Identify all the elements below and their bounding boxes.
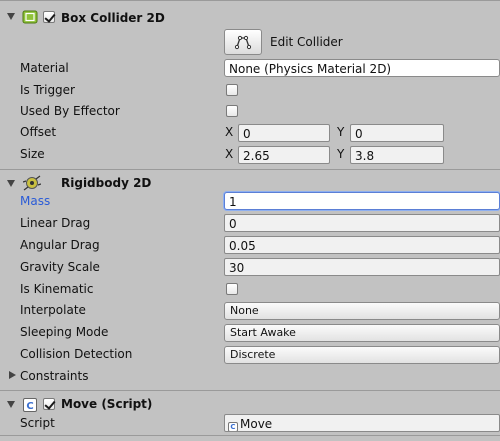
interpolate-label: Interpolate	[20, 303, 86, 317]
box-collider-enabled-checkbox[interactable]	[43, 11, 55, 23]
gravity-scale-label: Gravity Scale	[20, 260, 100, 274]
bottom-divider	[0, 435, 500, 436]
used-by-effector-label: Used By Effector	[20, 104, 120, 118]
angular-drag-label: Angular Drag	[20, 238, 100, 252]
is-kinematic-checkbox[interactable]	[226, 283, 238, 295]
offset-y-field[interactable]: 0	[350, 124, 444, 142]
size-y-field[interactable]: 3.8	[350, 146, 444, 164]
script-enabled-checkbox[interactable]	[43, 398, 55, 410]
script-field-value: Move	[240, 417, 273, 431]
top-divider	[0, 0, 500, 1]
offset-label: Offset	[20, 125, 57, 139]
collision-detection-dropdown[interactable]: Discrete	[224, 346, 500, 364]
rigidbody-title: Rigidbody 2D	[61, 176, 152, 190]
rigidbody-divider	[0, 169, 500, 170]
box-collider-icon	[22, 10, 38, 24]
offset-x-label: X	[225, 125, 234, 139]
script-title: Move (Script)	[61, 397, 153, 411]
gravity-scale-field[interactable]: 30	[224, 258, 500, 276]
mass-field[interactable]: 1	[224, 192, 500, 210]
mass-label: Mass	[20, 194, 51, 208]
size-x-label: X	[225, 147, 234, 161]
script-icon: C	[22, 397, 38, 413]
linear-drag-label: Linear Drag	[20, 216, 91, 230]
script-label: Script	[20, 416, 55, 430]
svg-text:C: C	[26, 401, 33, 412]
edit-collider-button[interactable]	[224, 29, 262, 55]
is-kinematic-label: Is Kinematic	[20, 282, 94, 296]
is-trigger-label: Is Trigger	[20, 83, 75, 97]
constraints-label[interactable]: Constraints	[20, 366, 88, 386]
box-collider-foldout-icon[interactable]	[7, 13, 15, 20]
interpolate-dropdown[interactable]: None	[224, 302, 500, 320]
is-trigger-checkbox[interactable]	[226, 84, 238, 96]
box-collider-title: Box Collider 2D	[61, 11, 165, 25]
used-by-effector-checkbox[interactable]	[226, 105, 238, 117]
rigidbody-foldout-icon[interactable]	[7, 180, 15, 187]
offset-y-label: Y	[337, 125, 345, 139]
rigidbody-icon	[22, 175, 42, 191]
script-divider	[0, 390, 500, 391]
script-file-icon: C	[228, 422, 238, 431]
size-label: Size	[20, 147, 45, 161]
linear-drag-field[interactable]: 0	[224, 214, 500, 232]
script-foldout-icon[interactable]	[7, 401, 15, 408]
sleeping-mode-label: Sleeping Mode	[20, 325, 109, 339]
size-x-field[interactable]: 2.65	[238, 146, 330, 164]
script-field[interactable]: C Move	[224, 414, 500, 432]
constraints-foldout-icon[interactable]	[9, 371, 16, 379]
edit-collider-label: Edit Collider	[270, 35, 343, 49]
material-field[interactable]: None (Physics Material 2D)	[224, 59, 500, 77]
size-y-label: Y	[337, 147, 345, 161]
offset-x-field[interactable]: 0	[238, 124, 330, 142]
angular-drag-field[interactable]: 0.05	[224, 236, 500, 254]
edit-collider-icon	[234, 35, 252, 50]
material-label: Material	[20, 61, 69, 75]
collision-detection-label: Collision Detection	[20, 347, 133, 361]
sleeping-mode-dropdown[interactable]: Start Awake	[224, 324, 500, 342]
